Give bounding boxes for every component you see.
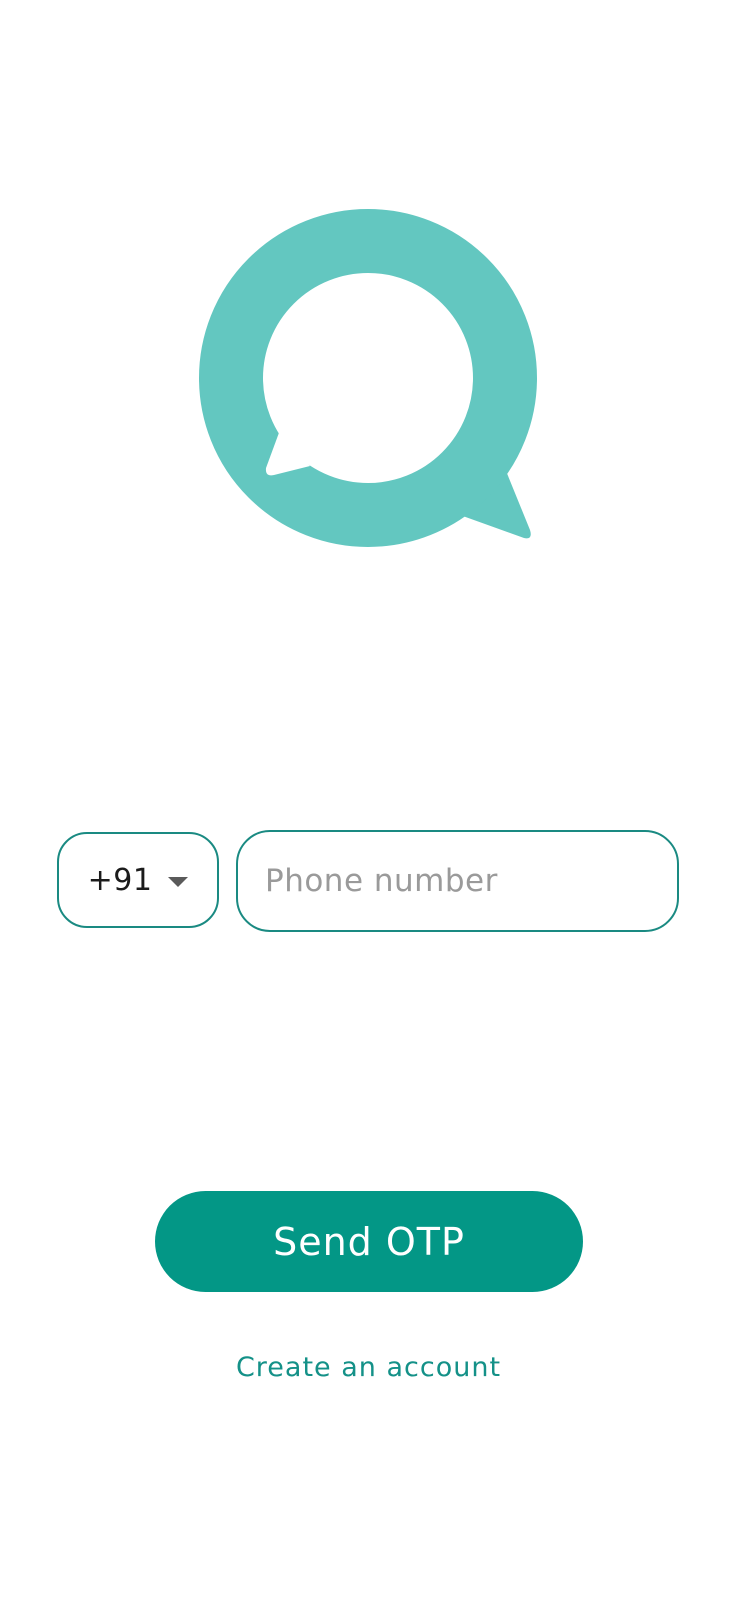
create-account-link[interactable]: Create an account: [0, 1348, 737, 1388]
country-code-value: +91: [87, 862, 153, 898]
caret-down-icon: [168, 877, 189, 887]
send-otp-button[interactable]: Send OTP: [155, 1191, 583, 1292]
chat-bubble-logo-icon: [199, 209, 537, 547]
phone-number-field: [236, 830, 679, 932]
country-code-select[interactable]: +91: [57, 832, 219, 928]
phone-number-input[interactable]: [238, 832, 677, 930]
